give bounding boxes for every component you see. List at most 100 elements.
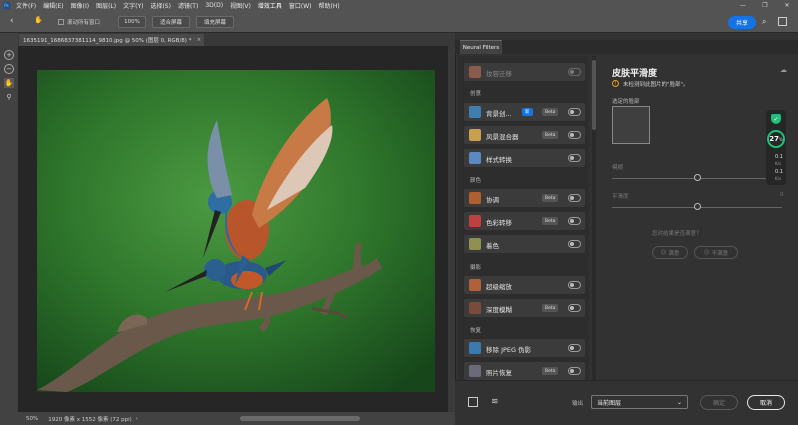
menu-filter[interactable]: 滤镜(T) <box>178 1 198 10</box>
zoom-in-icon[interactable]: + <box>4 50 14 60</box>
thumbs-down-icon: ☹ <box>703 249 710 256</box>
menu-plugins[interactable]: 增效工具 <box>258 1 282 10</box>
scroll-all-checkbox[interactable] <box>58 19 64 25</box>
filter-super-zoom[interactable]: 超级缩放 <box>464 276 585 294</box>
zoom-out-icon[interactable]: − <box>4 64 14 74</box>
warning-icon: ! <box>612 80 619 87</box>
menu-3d[interactable]: 3D(D) <box>205 2 223 9</box>
download-unit: K/s <box>775 176 782 181</box>
filter-background-creator[interactable]: 背景创... 新 Beta <box>464 103 585 121</box>
minimize-icon[interactable]: — <box>732 0 754 11</box>
category-creative: 创意 <box>470 91 482 97</box>
search-icon[interactable]: ⌕ <box>762 17 766 27</box>
workspace-icon[interactable] <box>778 17 787 26</box>
landscape-mixer-icon <box>469 129 481 141</box>
menu-window[interactable]: 窗口(W) <box>289 1 312 10</box>
filter-harmonization[interactable]: 协调 Beta <box>464 189 585 207</box>
filter-toggle[interactable] <box>568 194 581 202</box>
filter-style-transfer[interactable]: 样式转换 <box>464 149 585 167</box>
menu-select[interactable]: 选择(S) <box>150 1 171 10</box>
output-label: 输出 <box>572 401 584 407</box>
chevron-down-icon: ⌄ <box>676 398 682 406</box>
tab-close-icon[interactable]: × <box>196 37 201 43</box>
style-transfer-icon <box>469 152 481 164</box>
photoshop-window: { "menu": { "logo": "Ps", "items": ["文件(… <box>0 0 798 425</box>
status-arrow-icon[interactable]: › <box>136 416 138 422</box>
filter-toggle[interactable] <box>568 304 581 312</box>
usage-value: 27 <box>769 135 779 143</box>
upload-speed: 0.1 <box>775 154 783 160</box>
status-bar: 50% 1920 像素 x 1552 像素 (72 ppi) › <box>18 412 455 425</box>
filter-toggle[interactable] <box>568 367 581 375</box>
kingfisher-photo <box>37 70 435 392</box>
usage-unit: % <box>778 136 783 142</box>
filter-toggle[interactable] <box>568 344 581 352</box>
jpeg-artifacts-icon <box>469 342 481 354</box>
smoothness-slider-knob[interactable] <box>694 203 701 210</box>
menu-help[interactable]: 帮助(H) <box>319 1 340 10</box>
photo-restoration-icon <box>469 365 481 377</box>
compare-view-icon[interactable] <box>468 397 478 407</box>
filter-toggle[interactable] <box>568 240 581 248</box>
satisfied-button[interactable]: ☺ 满意 <box>652 246 688 259</box>
layers-icon[interactable]: ≋ <box>491 397 499 407</box>
hand-icon[interactable]: ✋ <box>4 78 14 88</box>
selected-face-label: 选定的脸部 <box>612 99 640 105</box>
menu-image[interactable]: 图像(I) <box>71 1 89 10</box>
download-speed: 0.1 <box>775 169 783 175</box>
beta-badge: Beta <box>542 108 559 116</box>
filter-color-transfer[interactable]: 色彩转移 Beta <box>464 212 585 230</box>
canvas-vertical-scrollbar[interactable] <box>448 46 455 412</box>
unsatisfied-button[interactable]: ☹ 不满意 <box>694 246 738 259</box>
blur-slider-knob[interactable] <box>694 174 701 181</box>
cloud-icon[interactable]: ☁ <box>780 66 787 74</box>
menu-file[interactable]: 文件(F) <box>16 1 36 10</box>
category-photography: 摄影 <box>470 265 482 271</box>
filter-toggle[interactable] <box>568 131 581 139</box>
selected-face-thumbnail[interactable] <box>612 106 650 144</box>
filter-toggle[interactable] <box>568 108 581 116</box>
depth-blur-icon <box>469 302 481 314</box>
filter-toggle[interactable] <box>568 68 581 76</box>
fit-screen-button[interactable]: 适合屏幕 <box>152 16 190 28</box>
scroll-all-label: 滚动所有窗口 <box>67 20 101 26</box>
ok-button[interactable]: 确定 <box>700 395 738 410</box>
super-zoom-icon <box>469 279 481 291</box>
filter-photo-restoration[interactable]: 照片恢复 Beta <box>464 362 585 380</box>
filter-toggle[interactable] <box>568 281 581 289</box>
menu-edit[interactable]: 编辑(E) <box>43 1 63 10</box>
kingfisher-illustration <box>37 70 435 392</box>
filter-toggle[interactable] <box>568 154 581 162</box>
menu-view[interactable]: 视图(V) <box>230 1 251 10</box>
back-arrow-icon[interactable]: ‹ <box>10 16 14 26</box>
canvas-horizontal-scrollbar[interactable] <box>240 416 360 421</box>
beta-badge: Beta <box>542 131 559 139</box>
neural-filters-tab[interactable]: Neural Filters <box>460 40 502 54</box>
cancel-button[interactable]: 取消 <box>747 395 785 410</box>
filter-title: 皮肤平滑度 <box>612 69 658 79</box>
category-restoration: 恢复 <box>470 328 482 334</box>
document-tab[interactable]: 1635191_1686837381114_9810.jpg @ 50% (图层… <box>19 34 204 46</box>
zoom-icon[interactable]: ⚲ <box>4 92 14 102</box>
zoom-level[interactable]: 50% <box>26 416 38 422</box>
shield-icon: ✓ <box>771 114 781 124</box>
filter-landscape-mixer[interactable]: 风景混合器 Beta <box>464 126 585 144</box>
tools-panel: + − ✋ ⚲ <box>0 33 18 425</box>
zoom-100-button[interactable]: 100% <box>118 16 146 28</box>
restore-icon[interactable]: ❐ <box>754 0 776 11</box>
filter-toggle[interactable] <box>568 217 581 225</box>
filter-colorize[interactable]: 着色 <box>464 235 585 253</box>
filter-depth-blur[interactable]: 深度模糊 Beta <box>464 299 585 317</box>
filter-jpeg-artifacts-removal[interactable]: 移除 JPEG 伪影 <box>464 339 585 357</box>
beta-badge: Beta <box>542 367 559 375</box>
filter-list-scroll-thumb[interactable] <box>592 60 596 130</box>
menu-layer[interactable]: 图层(L) <box>96 1 116 10</box>
filter-makeup-transfer[interactable]: 妆容迁移 <box>464 63 585 81</box>
close-icon[interactable]: ✕ <box>776 0 798 11</box>
share-button[interactable]: 共享 <box>728 16 756 29</box>
output-select[interactable]: 当前图层 ⌄ <box>591 395 688 409</box>
smoothness-value: 0 <box>780 192 784 198</box>
menu-type[interactable]: 文字(Y) <box>123 1 143 10</box>
smoothness-label: 平滑度 <box>612 194 629 200</box>
fill-screen-button[interactable]: 填充屏幕 <box>196 16 234 28</box>
